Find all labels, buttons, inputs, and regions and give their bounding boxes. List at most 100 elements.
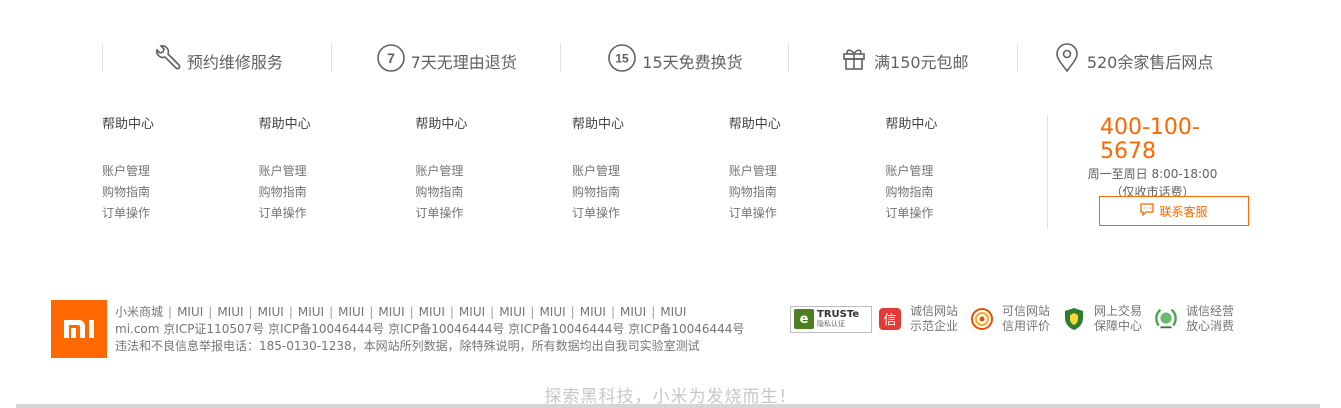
link-shopping-guide[interactable]: 购物指南 bbox=[885, 182, 1042, 203]
badge-trade-protection[interactable]: 网上交易 保障中心 bbox=[1062, 304, 1142, 334]
column-title: 帮助中心 bbox=[415, 117, 468, 132]
hotline-number: 400-100-5678 bbox=[1100, 115, 1200, 164]
badge-integrity[interactable]: 诚信经营 放心消费 bbox=[1154, 304, 1234, 334]
footer-link-miui[interactable]: MIUI bbox=[419, 305, 445, 319]
link-account[interactable]: 账户管理 bbox=[572, 161, 729, 182]
truste-badge[interactable]: e TRUSTe 隐私认证 bbox=[790, 305, 872, 333]
link-separator: | bbox=[168, 305, 173, 319]
column-title: 帮助中心 bbox=[572, 117, 625, 132]
link-separator: | bbox=[288, 305, 293, 319]
link-order[interactable]: 订单操作 bbox=[102, 203, 259, 224]
footer-link-miui[interactable]: MIUI bbox=[338, 305, 364, 319]
truste-text: TRUSTe 隐私认证 bbox=[817, 309, 859, 329]
contact-service-button[interactable]: 联系客服 bbox=[1099, 196, 1249, 226]
fifteen-day-icon: 15 bbox=[606, 42, 638, 74]
badge-credit-site[interactable]: 信 诚信网站 示范企业 bbox=[878, 304, 958, 334]
contact-panel: 400-100-5678 周一至周日 8:00-18:00 （仅收市话费） 联系… bbox=[1047, 115, 1249, 228]
help-column: 帮助中心 账户管理 购物指南 订单操作 bbox=[885, 116, 1042, 224]
mi-logo[interactable] bbox=[51, 300, 107, 358]
link-shopping-guide[interactable]: 购物指南 bbox=[572, 182, 729, 203]
integrity-laurel-icon bbox=[1154, 307, 1178, 331]
link-separator: | bbox=[490, 305, 495, 319]
service-repair[interactable]: 预约维修服务 bbox=[102, 44, 331, 72]
footer-link-miui[interactable]: MIUI bbox=[258, 305, 284, 319]
link-account[interactable]: 账户管理 bbox=[885, 161, 1042, 182]
service-label: 15天免费换货 bbox=[642, 53, 743, 72]
contact-service-label: 联系客服 bbox=[1159, 204, 1208, 219]
footer-link-miui[interactable]: MIUI bbox=[177, 305, 203, 319]
footer-info: 小米商城 | MIUI | MIUI | MIUI | MIUI | MIUI | MIUI | MIUI |… bbox=[115, 304, 744, 355]
link-order[interactable]: 订单操作 bbox=[259, 203, 416, 224]
column-title: 帮助中心 bbox=[102, 117, 155, 132]
link-order[interactable]: 订单操作 bbox=[415, 203, 572, 224]
footer-link-miui[interactable]: MIUI bbox=[217, 305, 243, 319]
link-separator: | bbox=[248, 305, 253, 319]
link-separator: | bbox=[369, 305, 374, 319]
truste-logo-icon: e bbox=[794, 309, 814, 329]
badge-line2: 放心消费 bbox=[1186, 319, 1235, 333]
help-links: 帮助中心 账户管理 购物指南 订单操作 帮助中心 账户管理 购物指南 订单操作 … bbox=[102, 116, 1042, 224]
badge-text: 诚信经营 放心消费 bbox=[1186, 304, 1234, 334]
badge-line1: 诚信网站 bbox=[910, 304, 959, 318]
service-label: 满150元包邮 bbox=[874, 53, 969, 72]
credit-seal-icon: 信 bbox=[878, 307, 902, 331]
help-column: 帮助中心 账户管理 购物指南 订单操作 bbox=[102, 116, 259, 224]
link-shopping-guide[interactable]: 购物指南 bbox=[259, 182, 416, 203]
help-column: 帮助中心 账户管理 购物指南 订单操作 bbox=[415, 116, 572, 224]
police-shield-icon bbox=[1062, 307, 1086, 331]
icp-line: mi.com 京ICP证110507号 京ICP备10046444号 京ICP备… bbox=[115, 322, 745, 336]
badge-text: 网上交易 保障中心 bbox=[1094, 304, 1142, 334]
link-separator: | bbox=[610, 305, 615, 319]
link-separator: | bbox=[651, 305, 656, 319]
footer-link-miui[interactable]: MIUI bbox=[459, 305, 485, 319]
link-account[interactable]: 账户管理 bbox=[415, 161, 572, 182]
link-order[interactable]: 订单操作 bbox=[729, 203, 886, 224]
link-shopping-guide[interactable]: 购物指南 bbox=[102, 182, 259, 203]
truste-title: TRUSTe bbox=[817, 309, 860, 320]
location-pin-icon bbox=[1051, 42, 1083, 74]
footer-link-miui[interactable]: MIUI bbox=[499, 305, 525, 319]
wrench-icon bbox=[151, 42, 183, 74]
footer-link-miui[interactable]: MIUI bbox=[539, 305, 565, 319]
seven-day-icon-text: 7 bbox=[387, 50, 395, 66]
badge-line2: 信用评价 bbox=[1002, 319, 1051, 333]
footer-link-miui[interactable]: MIUI bbox=[298, 305, 324, 319]
badge-line1: 可信网站 bbox=[1002, 304, 1051, 318]
link-separator: | bbox=[409, 305, 414, 319]
footer-link-miui[interactable]: MIUI bbox=[660, 305, 686, 319]
credit-seal-glyph: 信 bbox=[883, 313, 896, 328]
fifteen-day-icon-text: 15 bbox=[616, 52, 630, 66]
truste-subtitle: 隐私认证 bbox=[817, 320, 845, 328]
column-title: 帮助中心 bbox=[885, 117, 938, 132]
column-title: 帮助中心 bbox=[728, 117, 781, 132]
footer-link-miui[interactable]: MIUI bbox=[620, 305, 646, 319]
footer-link-miui[interactable]: MIUI bbox=[378, 305, 404, 319]
horizontal-scrollbar[interactable] bbox=[16, 404, 1320, 408]
badge-trusted-site[interactable]: 可信网站 信用评价 bbox=[970, 304, 1050, 334]
link-account[interactable]: 账户管理 bbox=[259, 161, 416, 182]
badge-line2: 保障中心 bbox=[1094, 319, 1143, 333]
footer-link-mall[interactable]: 小米商城 bbox=[115, 305, 163, 319]
link-account[interactable]: 账户管理 bbox=[102, 161, 259, 182]
link-separator: | bbox=[208, 305, 213, 319]
service-label: 520余家售后网点 bbox=[1086, 53, 1214, 72]
link-order[interactable]: 订单操作 bbox=[885, 203, 1042, 224]
badge-text: 可信网站 信用评价 bbox=[1002, 304, 1050, 334]
link-account[interactable]: 账户管理 bbox=[729, 161, 886, 182]
badge-line1: 诚信经营 bbox=[1186, 304, 1235, 318]
footer-link-miui[interactable]: MIUI bbox=[580, 305, 606, 319]
link-shopping-guide[interactable]: 购物指南 bbox=[415, 182, 572, 203]
link-order[interactable]: 订单操作 bbox=[572, 203, 729, 224]
chat-bubble-icon bbox=[1140, 203, 1155, 219]
column-title: 帮助中心 bbox=[258, 117, 311, 132]
service-return[interactable]: 7 7天无理由退货 bbox=[330, 44, 560, 72]
link-separator: | bbox=[530, 305, 535, 319]
link-shopping-guide[interactable]: 购物指南 bbox=[729, 182, 886, 203]
service-exchange[interactable]: 15 15天免费换货 bbox=[559, 42, 789, 74]
certification-badges: e TRUSTe 隐私认证 信 诚信网站 示范企业 可信网站 信用评价 网上交易… bbox=[790, 304, 1246, 334]
link-separator: | bbox=[329, 305, 334, 319]
badge-text: 诚信网站 示范企业 bbox=[910, 304, 958, 334]
mi-logo-mark-icon bbox=[64, 320, 94, 338]
service-outlets[interactable]: 520余家售后网点 bbox=[1017, 42, 1246, 74]
service-free-shipping[interactable]: 满150元包邮 bbox=[788, 44, 1017, 72]
